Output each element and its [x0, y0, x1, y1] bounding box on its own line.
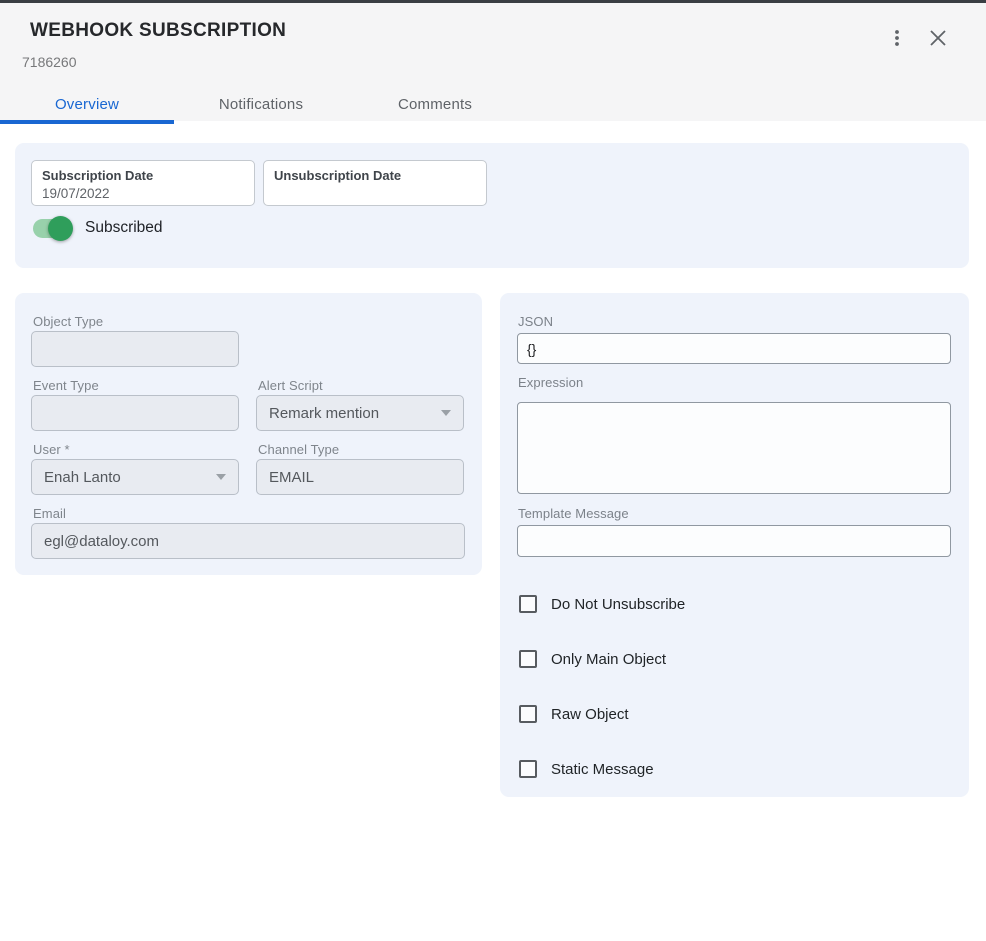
close-icon — [929, 29, 947, 47]
json-input[interactable] — [517, 333, 951, 364]
dialog-header: WEBHOOK SUBSCRIPTION 7186260 Overview No… — [0, 3, 986, 121]
chevron-down-icon — [216, 474, 226, 480]
user-select: Enah Lanto — [31, 459, 239, 495]
toggle-thumb — [48, 216, 73, 241]
subscribed-label: Subscribed — [85, 219, 163, 237]
user-label: User * — [33, 442, 70, 457]
email-field: egl@dataloy.com — [31, 523, 465, 559]
alert-script-label: Alert Script — [258, 378, 323, 393]
subscription-date-field[interactable]: Subscription Date 19/07/2022 — [31, 160, 255, 206]
do-not-unsubscribe-checkbox[interactable] — [519, 595, 537, 613]
tab-bar: Overview Notifications Comments — [0, 84, 522, 124]
checkbox-row: Raw Object — [519, 704, 629, 724]
user-value: Enah Lanto — [44, 469, 121, 486]
subscription-panel: Subscription Date 19/07/2022 Unsubscript… — [15, 143, 969, 268]
object-type-input — [31, 331, 239, 367]
details-card: Object Type Event Type Alert Script Rema… — [15, 293, 482, 575]
event-type-label: Event Type — [33, 378, 99, 393]
checkbox-row: Static Message — [519, 759, 654, 779]
subscription-date-value: 19/07/2022 — [42, 186, 244, 201]
raw-object-label: Raw Object — [551, 706, 629, 723]
unsubscription-date-value — [274, 186, 476, 201]
webhook-subscription-dialog: WEBHOOK SUBSCRIPTION 7186260 Overview No… — [0, 0, 986, 941]
do-not-unsubscribe-label: Do Not Unsubscribe — [551, 596, 685, 613]
alert-script-select: Remark mention — [256, 395, 464, 431]
raw-object-checkbox[interactable] — [519, 705, 537, 723]
unsubscription-date-label: Unsubscription Date — [274, 168, 476, 183]
template-message-label: Template Message — [518, 506, 629, 521]
checkbox-row: Do Not Unsubscribe — [519, 594, 685, 614]
alert-script-value: Remark mention — [269, 405, 379, 422]
subscribed-toggle-row: Subscribed — [33, 215, 163, 241]
chevron-down-icon — [441, 410, 451, 416]
template-message-input[interactable] — [517, 525, 951, 557]
close-button[interactable] — [924, 24, 952, 52]
subscribed-toggle[interactable] — [33, 219, 70, 238]
channel-type-input: EMAIL — [256, 459, 464, 495]
expression-label: Expression — [518, 375, 583, 390]
tab-comments[interactable]: Comments — [348, 84, 522, 124]
record-id: 7186260 — [22, 54, 77, 70]
email-label: Email — [33, 506, 66, 521]
more-options-button[interactable] — [883, 24, 911, 52]
channel-type-label: Channel Type — [258, 442, 339, 457]
message-card: JSON Expression Template Message Do Not … — [500, 293, 969, 797]
page-title: WEBHOOK SUBSCRIPTION — [30, 20, 286, 42]
subscription-date-label: Subscription Date — [42, 168, 244, 183]
only-main-object-label: Only Main Object — [551, 651, 666, 668]
checkbox-row: Only Main Object — [519, 649, 666, 669]
unsubscription-date-field[interactable]: Unsubscription Date — [263, 160, 487, 206]
expression-textarea[interactable] — [517, 402, 951, 494]
tab-notifications[interactable]: Notifications — [174, 84, 348, 124]
static-message-label: Static Message — [551, 761, 654, 778]
json-label: JSON — [518, 314, 553, 329]
static-message-checkbox[interactable] — [519, 760, 537, 778]
object-type-label: Object Type — [33, 314, 103, 329]
kebab-menu-icon — [887, 28, 907, 48]
only-main-object-checkbox[interactable] — [519, 650, 537, 668]
tab-overview[interactable]: Overview — [0, 84, 174, 124]
event-type-input — [31, 395, 239, 431]
